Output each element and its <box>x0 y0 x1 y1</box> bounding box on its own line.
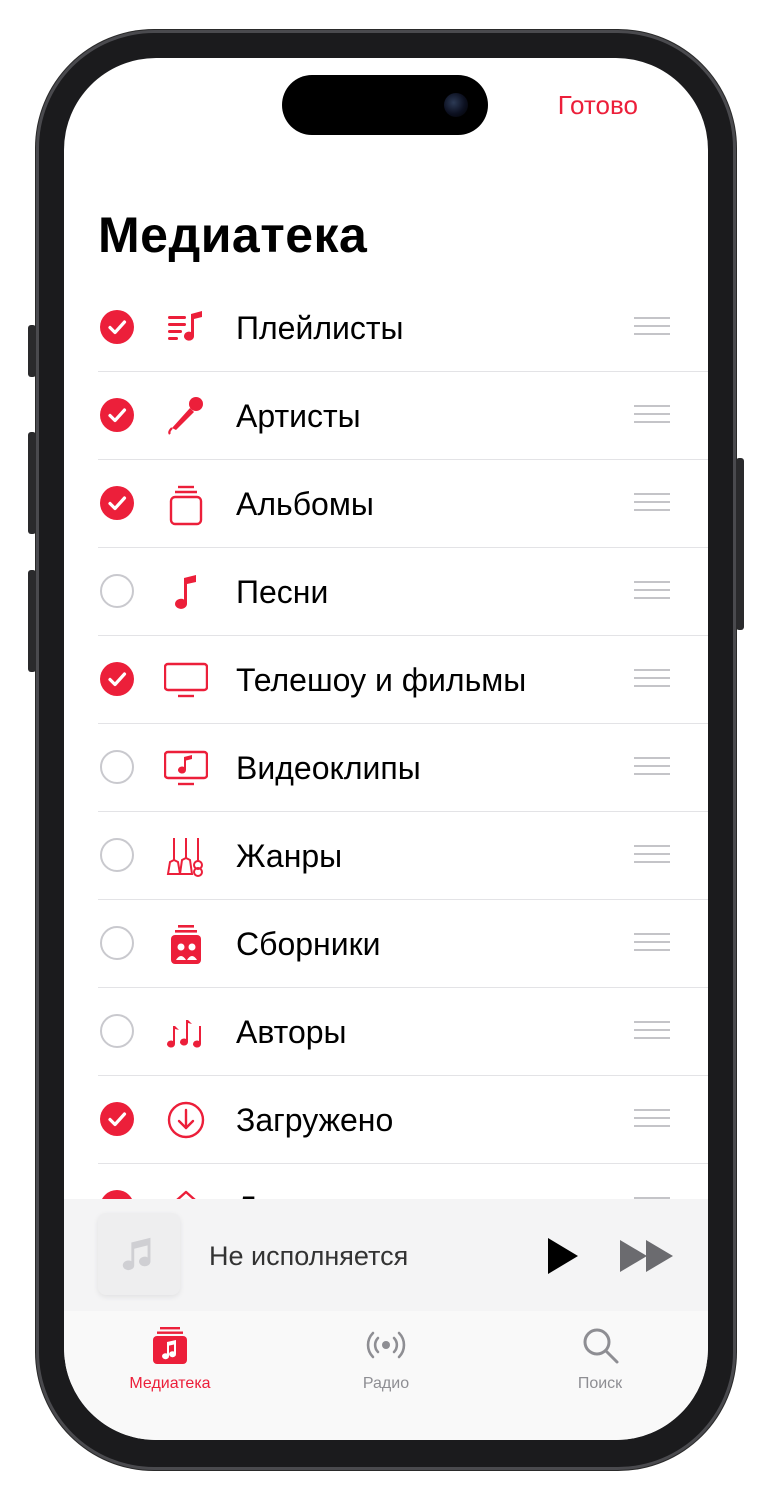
volume-up-button <box>28 432 36 534</box>
list-item-label: Альбомы <box>236 486 374 522</box>
unchecked-circle-icon[interactable] <box>100 574 134 608</box>
list-item-label: Загружено <box>236 1102 394 1138</box>
checkmark-icon[interactable] <box>100 398 134 432</box>
list-item-songs[interactable]: Песни <box>98 548 708 636</box>
volume-down-button <box>28 570 36 672</box>
list-item-label: Телешоу и фильмы <box>236 662 527 698</box>
camera-icon <box>444 93 468 117</box>
list-item-label: Авторы <box>236 1014 347 1050</box>
list-item-label: Видеоклипы <box>236 750 421 786</box>
download-icon <box>167 1101 205 1139</box>
list-item-label: Песни <box>236 574 329 610</box>
reorder-handle-icon[interactable] <box>634 1109 670 1133</box>
checkmark-icon[interactable] <box>100 1102 134 1136</box>
list-item-downloaded[interactable]: Загружено <box>98 1076 708 1164</box>
side-button <box>736 458 744 630</box>
list-item-albums[interactable]: Альбомы <box>98 460 708 548</box>
now-playing-status: Не исполняется <box>209 1241 409 1271</box>
list-item-artists[interactable]: Артисты <box>98 372 708 460</box>
mini-player[interactable]: Не исполняется <box>64 1199 708 1312</box>
home-icon <box>176 1190 196 1199</box>
unchecked-circle-icon[interactable] <box>100 750 134 784</box>
playlist-icon <box>168 311 202 341</box>
reorder-handle-icon[interactable] <box>634 317 670 341</box>
tab-label: Поиск <box>577 1375 623 1392</box>
page-title: Медиатека <box>98 207 368 263</box>
music-note-icon <box>175 575 196 609</box>
tab-label: Медиатека <box>129 1375 211 1392</box>
reorder-handle-icon[interactable] <box>634 757 670 781</box>
checkmark-icon[interactable] <box>100 1190 134 1199</box>
search-icon <box>583 1328 619 1364</box>
list-item-tv-movies[interactable]: Телешоу и фильмы <box>98 636 708 724</box>
compilation-icon <box>171 925 201 964</box>
dynamic-island <box>282 75 488 135</box>
artwork-placeholder <box>98 1213 180 1295</box>
list-item-label: Сборники <box>236 926 381 962</box>
album-icon <box>169 485 203 526</box>
list-item-label: Плейлисты <box>236 310 404 346</box>
library-sections-list: Плейлисты Артисты Альбомы Песни Телешоу … <box>98 284 708 1199</box>
list-item-genres[interactable]: Жанры <box>98 812 708 900</box>
tab-label: Радио <box>362 1375 410 1392</box>
tab-search[interactable]: Поиск <box>510 1311 690 1401</box>
checkmark-icon[interactable] <box>100 310 134 344</box>
list-item-home-sharing[interactable]: Домашняя коллекция <box>98 1164 708 1199</box>
unchecked-circle-icon[interactable] <box>100 926 134 960</box>
done-button[interactable]: Готово <box>558 90 638 121</box>
list-item-composers[interactable]: Авторы <box>98 988 708 1076</box>
library-icon <box>153 1327 187 1364</box>
checkmark-icon[interactable] <box>100 486 134 520</box>
list-item-playlists[interactable]: Плейлисты <box>98 284 708 372</box>
reorder-handle-icon[interactable] <box>634 493 670 517</box>
radio-icon <box>366 1331 406 1359</box>
reorder-handle-icon[interactable] <box>634 1021 670 1045</box>
unchecked-circle-icon[interactable] <box>100 838 134 872</box>
reorder-handle-icon[interactable] <box>634 581 670 605</box>
play-icon[interactable] <box>544 1236 580 1276</box>
reorder-handle-icon[interactable] <box>634 933 670 957</box>
list-item-label: Домашняя коллекция <box>236 1190 557 1199</box>
guitars-icon <box>166 838 203 877</box>
list-item-music-videos[interactable]: Видеоклипы <box>98 724 708 812</box>
tab-radio[interactable]: Радио <box>296 1311 476 1401</box>
list-item-compilations[interactable]: Сборники <box>98 900 708 988</box>
screen: Готово Медиатека Плейлисты Артисты Альбо… <box>64 58 708 1440</box>
list-item-label: Артисты <box>236 398 361 434</box>
composers-notes-icon <box>167 1020 202 1048</box>
music-note-placeholder-icon <box>122 1237 151 1271</box>
unchecked-circle-icon[interactable] <box>100 1014 134 1048</box>
tab-library[interactable]: Медиатека <box>80 1311 260 1401</box>
reorder-handle-icon[interactable] <box>634 405 670 429</box>
fast-forward-icon[interactable] <box>618 1237 676 1275</box>
list-item-label: Жанры <box>236 838 343 874</box>
tab-bar: Медиатека Радио Поиск <box>64 1311 708 1440</box>
microphone-icon <box>168 397 203 435</box>
mute-switch <box>28 325 36 377</box>
checkmark-icon[interactable] <box>100 662 134 696</box>
reorder-handle-icon[interactable] <box>634 845 670 869</box>
music-video-icon <box>164 750 208 786</box>
reorder-handle-icon[interactable] <box>634 669 670 693</box>
tv-icon <box>164 662 208 698</box>
